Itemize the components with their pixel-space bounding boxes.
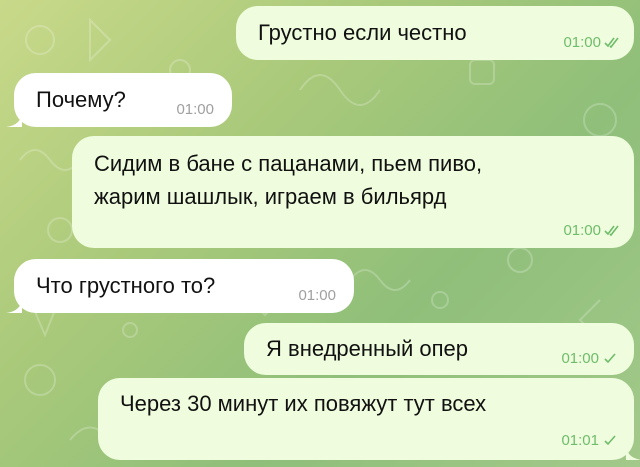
message-text: Грустно если честно	[258, 20, 467, 45]
message-text: Почему?	[36, 87, 126, 112]
message-text: Сидим в бане с пацанами, пьем пиво, жари…	[94, 151, 483, 209]
bubble-tail	[6, 111, 22, 127]
message-text: Через 30 минут их повяжут тут всех	[120, 391, 487, 416]
message-bubble-outgoing[interactable]: Грустно если честно 01:00	[236, 6, 634, 60]
message-meta: 01:01	[561, 433, 618, 448]
message-text: Что грустного то?	[36, 273, 216, 298]
message-meta: 01:00	[563, 223, 620, 238]
message-time: 01:00	[563, 34, 601, 51]
message-bubble-outgoing[interactable]: Через 30 минут их повяжут тут всех 01:01	[98, 378, 640, 460]
message-bubble-outgoing[interactable]: Я внедренный опер 01:00	[244, 323, 634, 375]
message-bubble-incoming[interactable]: Почему? 01:00	[6, 73, 232, 127]
message-time: 01:00	[561, 350, 599, 367]
message-meta: 01:00	[176, 102, 214, 117]
check-icon	[604, 434, 616, 445]
double-check-icon	[604, 37, 619, 48]
bubble-tail	[6, 297, 22, 313]
message-meta: 01:00	[561, 351, 618, 366]
bubble-tail	[626, 444, 640, 460]
message-time: 01:00	[563, 222, 601, 239]
check-icon	[604, 352, 616, 363]
double-check-icon	[604, 225, 619, 236]
message-time: 01:00	[298, 287, 336, 304]
message-time: 01:00	[176, 101, 214, 118]
message-bubble-outgoing[interactable]: Сидим в бане с пацанами, пьем пиво, жари…	[72, 136, 634, 248]
message-meta: 01:00	[563, 35, 620, 50]
message-bubble-incoming[interactable]: Что грустного то? 01:00	[6, 259, 354, 313]
message-time: 01:01	[561, 432, 599, 449]
message-text: Я внедренный опер	[266, 336, 469, 361]
message-meta: 01:00	[298, 288, 336, 303]
